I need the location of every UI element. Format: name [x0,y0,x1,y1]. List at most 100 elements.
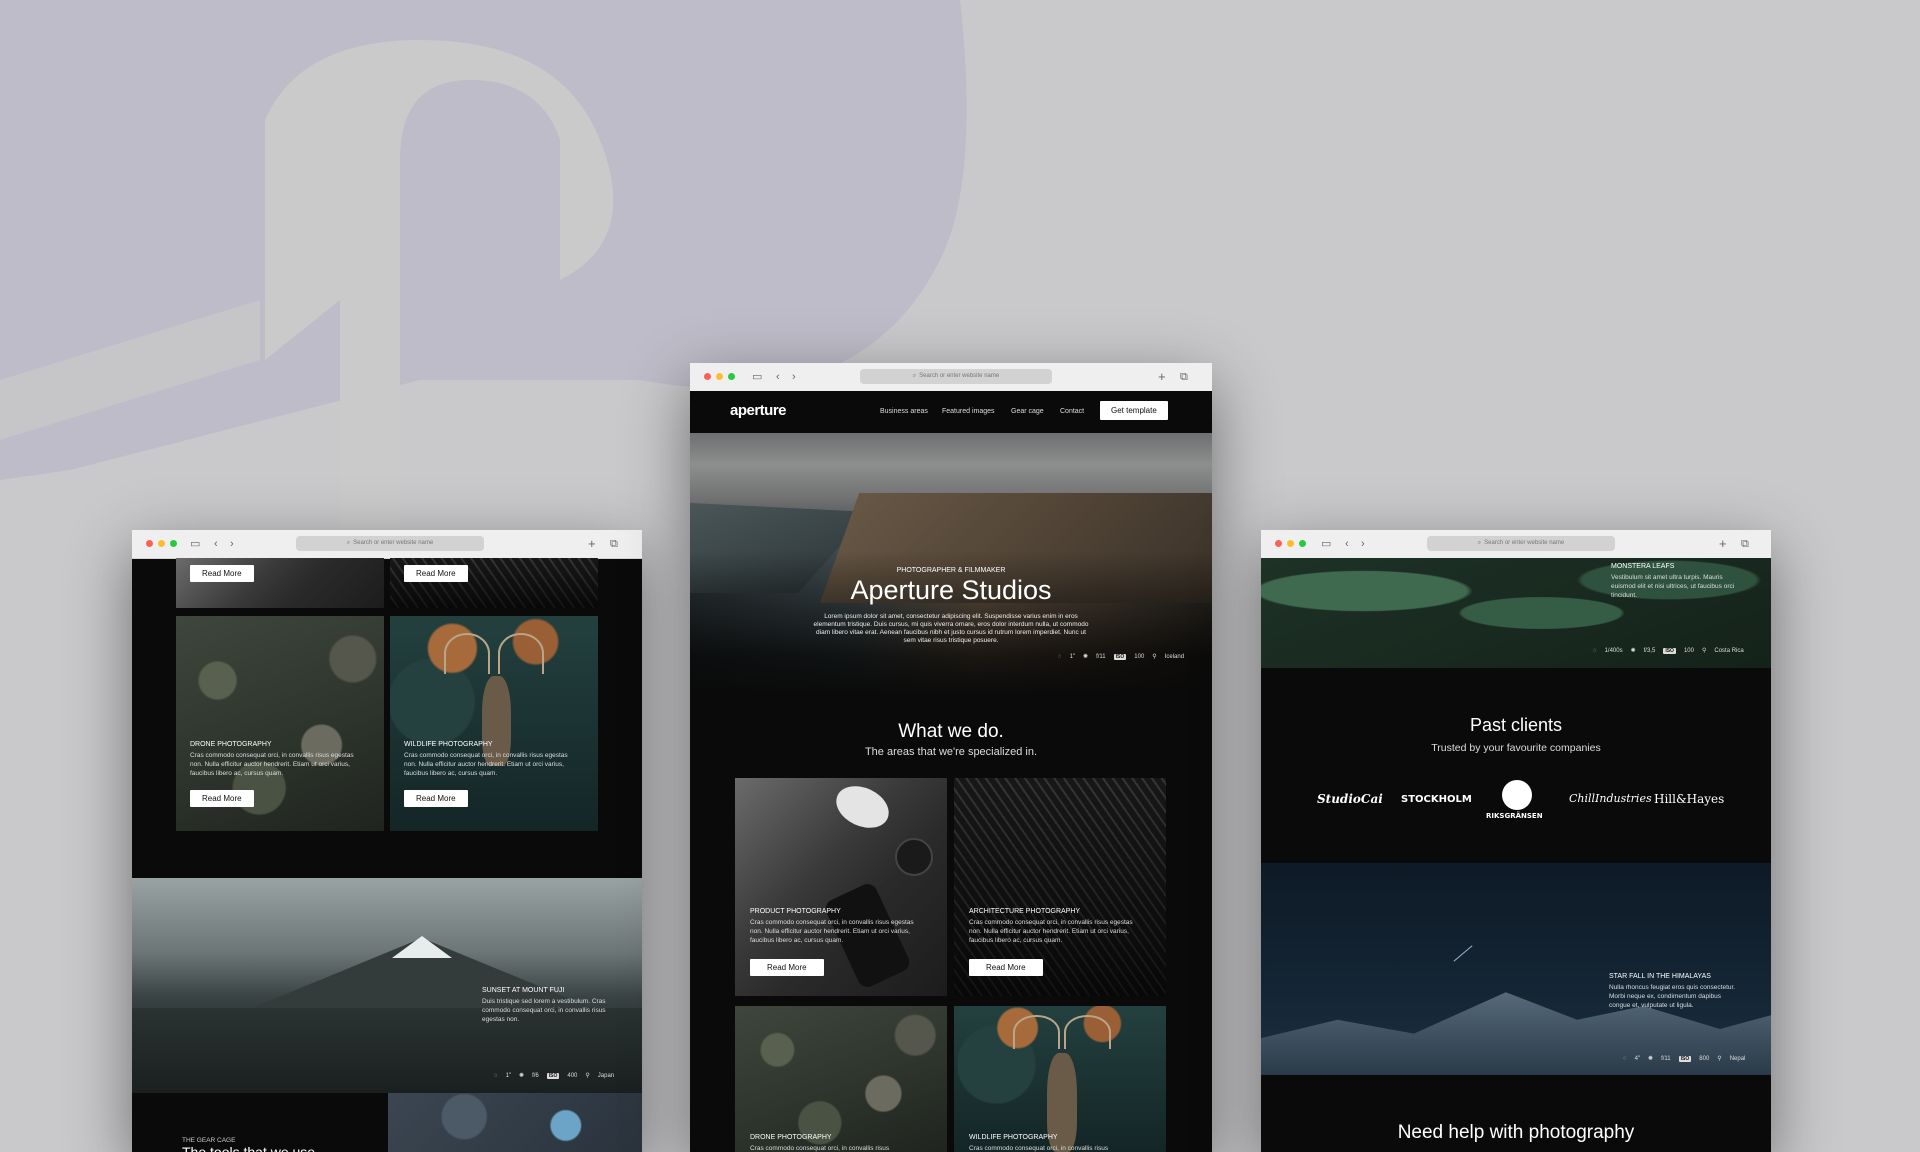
minimize-dot[interactable] [716,373,723,380]
card-caption-drone: DRONE PHOTOGRAPHY Cras commodo consequat… [190,740,360,778]
card-text: Cras commodo consequat orci, in convalli… [404,752,568,777]
new-tab-icon[interactable]: + [588,537,596,551]
back-arrow-icon[interactable]: ‹ [776,370,780,384]
location-pin-icon: ⚲ [1701,648,1707,654]
gear-image [388,1093,642,1152]
shutter-value: 1" [505,1072,512,1079]
nav-link-featured-images[interactable]: Featured images [942,408,995,415]
aperture-value: f/6 [532,1072,539,1079]
tabs-overview-icon[interactable]: ⧉ [1180,370,1188,384]
read-more-button[interactable]: Read More [190,790,254,807]
card-text: Cras commodo consequat orci, in convalli… [750,919,914,944]
nav-link-contact[interactable]: Contact [1060,408,1084,415]
tabs-overview-icon[interactable]: ⧉ [1741,537,1749,551]
browser-window-right: ▭ ‹ › ⌕ Search or enter website name + ⧉ … [1261,530,1771,1152]
card-text: Cras commodo consequat orci, in convalli… [190,752,354,777]
iso-icon: ISO [546,1072,560,1079]
browser-toolbar: ▭ ‹ › ⌕ Search or enter website name + ⧉ [690,363,1212,392]
get-template-button[interactable]: Get template [1100,401,1168,420]
close-dot[interactable] [146,540,153,547]
feature-title: MONSTERA LEAFS [1611,563,1675,570]
nav-link-gear-cage[interactable]: Gear cage [1011,408,1044,415]
feature-title: SUNSET AT MOUNT FUJI [482,987,565,994]
section-subtitle: The areas that we're specialized in. [864,746,1038,758]
client-logo-chillindustries: ChillIndustries [1569,792,1652,805]
new-tab-icon[interactable]: + [1158,370,1166,384]
feature-title: STAR FALL IN THE HIMALAYAS [1609,973,1711,980]
window-controls [146,540,177,547]
iso-icon: ISO [1113,653,1127,660]
aperture-value: f/11 [1661,1055,1671,1062]
cta-title: Need help with photography [1397,1122,1635,1143]
close-dot[interactable] [704,373,711,380]
read-more-button[interactable]: Read More [190,565,254,582]
location-value: Japan [597,1072,615,1079]
address-bar[interactable]: ⌕ Search or enter website name [296,536,484,551]
address-bar[interactable]: ⌕ Search or enter website name [860,369,1052,384]
card-image-wildlife [954,1006,1166,1152]
feature-text: Vestibulum sit amet ultra turpis. Mauris… [1611,574,1735,599]
site-logo[interactable]: aperture [730,402,787,419]
location-value: Nepal [1729,1055,1746,1062]
read-more-button[interactable]: Read More [750,959,824,976]
location-pin-icon: ⚲ [1152,654,1157,660]
iso-value: 400 [567,1072,578,1079]
gear-title: The tools that we use [182,1144,316,1152]
minimize-dot[interactable] [158,540,165,547]
aperture-value: f/11 [1096,653,1106,660]
shutter-icon: ◌ [1593,647,1597,654]
card-title: WILDLIFE PHOTOGRAPHY [969,1134,1058,1141]
read-more-button[interactable]: Read More [404,565,468,582]
address-bar[interactable]: ⌕ Search or enter website name [1427,536,1615,551]
clients-subtitle: Trusted by your favourite companies [1431,742,1601,754]
aperture-icon: ✺ [1083,654,1089,660]
photo-meta: ◌ 4" ✺ f/11 ISO 800 ⚲ Nepal [1623,1055,1745,1062]
browser-toolbar: ▭ ‹ › ⌕ Search or enter website name + ⧉ [132,530,642,559]
search-icon: ⌕ [912,373,917,379]
aperture-icon: ✺ [519,1073,525,1079]
back-arrow-icon[interactable]: ‹ [1345,537,1349,551]
forward-arrow-icon[interactable]: › [1361,537,1365,551]
new-tab-icon[interactable]: + [1719,537,1727,551]
shutter-icon: ◌ [1623,1055,1627,1062]
card-text: Cras commodo consequat orci, in convalli… [969,919,1133,944]
window-controls [1275,540,1306,547]
card-title: ARCHITECTURE PHOTOGRAPHY [969,908,1081,915]
back-arrow-icon[interactable]: ‹ [214,537,218,551]
forward-arrow-icon[interactable]: › [230,537,234,551]
shutter-value: 1/400s [1604,647,1623,654]
card-caption-wildlife: WILDLIFE PHOTOGRAPHY Cras commodo conseq… [404,740,574,778]
sidebar-icon[interactable]: ▭ [1321,537,1331,551]
sidebar-icon[interactable]: ▭ [752,370,762,384]
minimize-dot[interactable] [1287,540,1294,547]
feature-image-himalayas [1261,863,1771,1075]
location-value: Costa Rica [1714,647,1744,654]
search-icon: ⌕ [346,540,351,546]
client-logo-stockholm: STOCKHOLM [1401,794,1472,805]
sidebar-icon[interactable]: ▭ [190,537,200,551]
forward-arrow-icon[interactable]: › [792,370,796,384]
card-image-drone [735,1006,947,1152]
photo-meta: ◌ 1" ✺ f/6 ISO 400 ⚲ Japan [494,1072,614,1079]
card-title: PRODUCT PHOTOGRAPHY [750,908,841,915]
hero-text: Lorem ipsum dolor sit amet, consectetur … [813,613,1089,644]
maximize-dot[interactable] [728,373,735,380]
read-more-button[interactable]: Read More [969,959,1043,976]
shutter-icon: ◌ [494,1072,498,1079]
section-title: What we do. [898,721,1004,742]
address-placeholder: Search or enter website name [353,540,434,546]
card-title: DRONE PHOTOGRAPHY [190,741,272,748]
close-dot[interactable] [1275,540,1282,547]
read-more-button[interactable]: Read More [404,790,468,807]
maximize-dot[interactable] [1299,540,1306,547]
client-logo-hillhayes: Hill&Hayes [1654,792,1725,806]
aperture-icon: ✺ [1630,648,1636,654]
photo-meta: ◌ 1" ✺ f/11 ISO 100 ⚲ Iceland [1058,653,1184,660]
tabs-overview-icon[interactable]: ⧉ [610,537,618,551]
search-icon: ⌕ [1477,540,1482,546]
maximize-dot[interactable] [170,540,177,547]
iso-value: 100 [1134,653,1145,660]
nav-link-business-areas[interactable]: Business areas [880,408,928,415]
browser-window-center: ▭ ‹ › ⌕ Search or enter website name + ⧉ … [690,363,1212,1152]
card-text: Cras commodo consequat orci, in convalli… [969,1145,1109,1152]
